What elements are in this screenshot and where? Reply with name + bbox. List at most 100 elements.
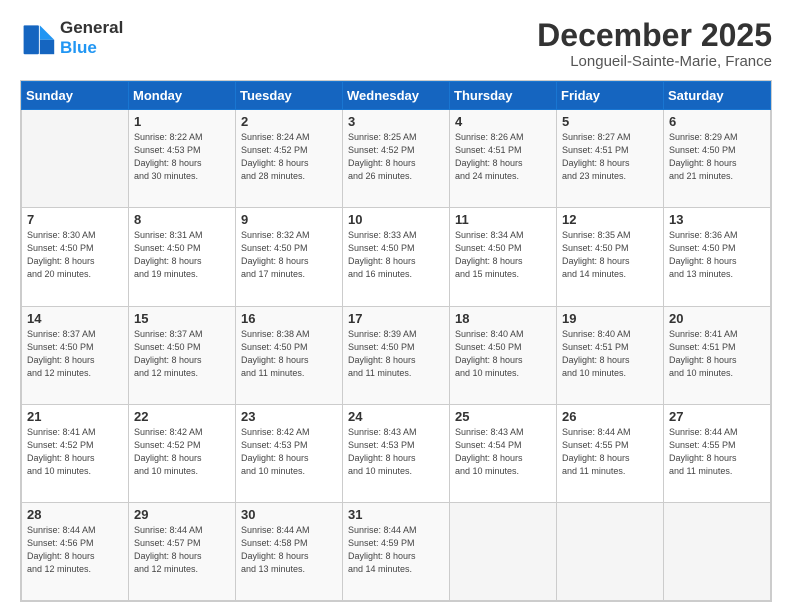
calendar-cell: 3 Sunrise: 8:25 AM Sunset: 4:52 PM Daylig… xyxy=(343,110,450,208)
day-number: 7 xyxy=(27,212,123,227)
day-number: 2 xyxy=(241,114,337,129)
calendar-cell: 27 Sunrise: 8:44 AM Sunset: 4:55 PM Dayli… xyxy=(664,404,771,502)
weekday-header-cell: Thursday xyxy=(450,82,557,110)
calendar-week-row: 28 Sunrise: 8:44 AM Sunset: 4:56 PM Dayli… xyxy=(22,502,771,600)
day-info: Sunrise: 8:42 AM Sunset: 4:53 PM Dayligh… xyxy=(241,426,337,478)
day-info: Sunrise: 8:41 AM Sunset: 4:51 PM Dayligh… xyxy=(669,328,765,380)
calendar-week-row: 1 Sunrise: 8:22 AM Sunset: 4:53 PM Daylig… xyxy=(22,110,771,208)
calendar: SundayMondayTuesdayWednesdayThursdayFrid… xyxy=(20,80,772,602)
day-number: 16 xyxy=(241,311,337,326)
page: General Blue December 2025 Longueil-Sain… xyxy=(0,0,792,612)
calendar-cell: 31Sunrise: 8:44 AM Sunset: 4:59 PM Dayli… xyxy=(343,502,450,600)
calendar-cell: 7 Sunrise: 8:30 AM Sunset: 4:50 PM Daylig… xyxy=(22,208,129,306)
day-info: Sunrise: 8:27 AM Sunset: 4:51 PM Dayligh… xyxy=(562,131,658,183)
day-info: Sunrise: 8:26 AM Sunset: 4:51 PM Dayligh… xyxy=(455,131,551,183)
logo-icon xyxy=(20,20,56,56)
day-info: Sunrise: 8:44 AM Sunset: 4:57 PM Dayligh… xyxy=(134,524,230,576)
calendar-cell: 11Sunrise: 8:34 AM Sunset: 4:50 PM Dayli… xyxy=(450,208,557,306)
day-info: Sunrise: 8:32 AM Sunset: 4:50 PM Dayligh… xyxy=(241,229,337,281)
day-info: Sunrise: 8:43 AM Sunset: 4:54 PM Dayligh… xyxy=(455,426,551,478)
day-number: 3 xyxy=(348,114,444,129)
day-number: 1 xyxy=(134,114,230,129)
day-number: 24 xyxy=(348,409,444,424)
header: General Blue December 2025 Longueil-Sain… xyxy=(20,18,772,70)
calendar-cell: 13Sunrise: 8:36 AM Sunset: 4:50 PM Dayli… xyxy=(664,208,771,306)
calendar-cell: 4 Sunrise: 8:26 AM Sunset: 4:51 PM Daylig… xyxy=(450,110,557,208)
day-number: 18 xyxy=(455,311,551,326)
calendar-cell: 9Sunrise: 8:32 AM Sunset: 4:50 PM Daylig… xyxy=(236,208,343,306)
day-number: 17 xyxy=(348,311,444,326)
day-info: Sunrise: 8:44 AM Sunset: 4:55 PM Dayligh… xyxy=(562,426,658,478)
day-info: Sunrise: 8:42 AM Sunset: 4:52 PM Dayligh… xyxy=(134,426,230,478)
day-info: Sunrise: 8:37 AM Sunset: 4:50 PM Dayligh… xyxy=(27,328,123,380)
day-info: Sunrise: 8:44 AM Sunset: 4:55 PM Dayligh… xyxy=(669,426,765,478)
weekday-header-cell: Saturday xyxy=(664,82,771,110)
title-area: December 2025 Longueil-Sainte-Marie, Fra… xyxy=(537,18,772,70)
day-info: Sunrise: 8:38 AM Sunset: 4:50 PM Dayligh… xyxy=(241,328,337,380)
calendar-cell: 12Sunrise: 8:35 AM Sunset: 4:50 PM Dayli… xyxy=(557,208,664,306)
day-info: Sunrise: 8:44 AM Sunset: 4:56 PM Dayligh… xyxy=(27,524,123,576)
day-number: 8 xyxy=(134,212,230,227)
day-number: 5 xyxy=(562,114,658,129)
day-number: 23 xyxy=(241,409,337,424)
day-info: Sunrise: 8:34 AM Sunset: 4:50 PM Dayligh… xyxy=(455,229,551,281)
day-info: Sunrise: 8:44 AM Sunset: 4:58 PM Dayligh… xyxy=(241,524,337,576)
day-info: Sunrise: 8:31 AM Sunset: 4:50 PM Dayligh… xyxy=(134,229,230,281)
day-number: 27 xyxy=(669,409,765,424)
logo-text: General Blue xyxy=(60,18,123,59)
calendar-cell: 17 Sunrise: 8:39 AM Sunset: 4:50 PM Dayli… xyxy=(343,306,450,404)
day-info: Sunrise: 8:22 AM Sunset: 4:53 PM Dayligh… xyxy=(134,131,230,183)
calendar-cell: 5 Sunrise: 8:27 AM Sunset: 4:51 PM Daylig… xyxy=(557,110,664,208)
calendar-cell: 6Sunrise: 8:29 AM Sunset: 4:50 PM Daylig… xyxy=(664,110,771,208)
calendar-cell: 25 Sunrise: 8:43 AM Sunset: 4:54 PM Dayli… xyxy=(450,404,557,502)
month-title: December 2025 xyxy=(537,18,772,53)
day-info: Sunrise: 8:39 AM Sunset: 4:50 PM Dayligh… xyxy=(348,328,444,380)
calendar-week-row: 14Sunrise: 8:37 AM Sunset: 4:50 PM Dayli… xyxy=(22,306,771,404)
day-number: 28 xyxy=(27,507,123,522)
day-info: Sunrise: 8:33 AM Sunset: 4:50 PM Dayligh… xyxy=(348,229,444,281)
day-number: 15 xyxy=(134,311,230,326)
day-number: 13 xyxy=(669,212,765,227)
weekday-header-cell: Tuesday xyxy=(236,82,343,110)
calendar-cell: 24 Sunrise: 8:43 AM Sunset: 4:53 PM Dayli… xyxy=(343,404,450,502)
calendar-cell: 30Sunrise: 8:44 AM Sunset: 4:58 PM Dayli… xyxy=(236,502,343,600)
day-info: Sunrise: 8:30 AM Sunset: 4:50 PM Dayligh… xyxy=(27,229,123,281)
location: Longueil-Sainte-Marie, France xyxy=(537,53,772,70)
day-number: 21 xyxy=(27,409,123,424)
day-number: 31 xyxy=(348,507,444,522)
weekday-header-cell: Monday xyxy=(129,82,236,110)
day-number: 19 xyxy=(562,311,658,326)
calendar-cell: 29 Sunrise: 8:44 AM Sunset: 4:57 PM Dayli… xyxy=(129,502,236,600)
calendar-cell xyxy=(22,110,129,208)
calendar-cell xyxy=(450,502,557,600)
calendar-cell: 2 Sunrise: 8:24 AM Sunset: 4:52 PM Daylig… xyxy=(236,110,343,208)
day-number: 20 xyxy=(669,311,765,326)
calendar-cell: 14Sunrise: 8:37 AM Sunset: 4:50 PM Dayli… xyxy=(22,306,129,404)
weekday-header-cell: Sunday xyxy=(22,82,129,110)
day-number: 4 xyxy=(455,114,551,129)
calendar-cell: 21Sunrise: 8:41 AM Sunset: 4:52 PM Dayli… xyxy=(22,404,129,502)
day-info: Sunrise: 8:25 AM Sunset: 4:52 PM Dayligh… xyxy=(348,131,444,183)
day-number: 29 xyxy=(134,507,230,522)
day-number: 22 xyxy=(134,409,230,424)
calendar-cell: 19 Sunrise: 8:40 AM Sunset: 4:51 PM Dayli… xyxy=(557,306,664,404)
day-info: Sunrise: 8:40 AM Sunset: 4:50 PM Dayligh… xyxy=(455,328,551,380)
day-info: Sunrise: 8:24 AM Sunset: 4:52 PM Dayligh… xyxy=(241,131,337,183)
day-number: 25 xyxy=(455,409,551,424)
calendar-cell: 23 Sunrise: 8:42 AM Sunset: 4:53 PM Dayli… xyxy=(236,404,343,502)
calendar-cell: 18 Sunrise: 8:40 AM Sunset: 4:50 PM Dayli… xyxy=(450,306,557,404)
calendar-cell: 15Sunrise: 8:37 AM Sunset: 4:50 PM Dayli… xyxy=(129,306,236,404)
day-number: 10 xyxy=(348,212,444,227)
calendar-cell: 8 Sunrise: 8:31 AM Sunset: 4:50 PM Daylig… xyxy=(129,208,236,306)
logo: General Blue xyxy=(20,18,123,59)
calendar-cell: 22 Sunrise: 8:42 AM Sunset: 4:52 PM Dayli… xyxy=(129,404,236,502)
calendar-week-row: 7 Sunrise: 8:30 AM Sunset: 4:50 PM Daylig… xyxy=(22,208,771,306)
calendar-cell: 16 Sunrise: 8:38 AM Sunset: 4:50 PM Dayli… xyxy=(236,306,343,404)
weekday-header-row: SundayMondayTuesdayWednesdayThursdayFrid… xyxy=(22,82,771,110)
calendar-cell: 20 Sunrise: 8:41 AM Sunset: 4:51 PM Dayli… xyxy=(664,306,771,404)
calendar-body: 1 Sunrise: 8:22 AM Sunset: 4:53 PM Daylig… xyxy=(22,110,771,601)
day-info: Sunrise: 8:40 AM Sunset: 4:51 PM Dayligh… xyxy=(562,328,658,380)
day-info: Sunrise: 8:43 AM Sunset: 4:53 PM Dayligh… xyxy=(348,426,444,478)
weekday-header-cell: Friday xyxy=(557,82,664,110)
day-number: 12 xyxy=(562,212,658,227)
